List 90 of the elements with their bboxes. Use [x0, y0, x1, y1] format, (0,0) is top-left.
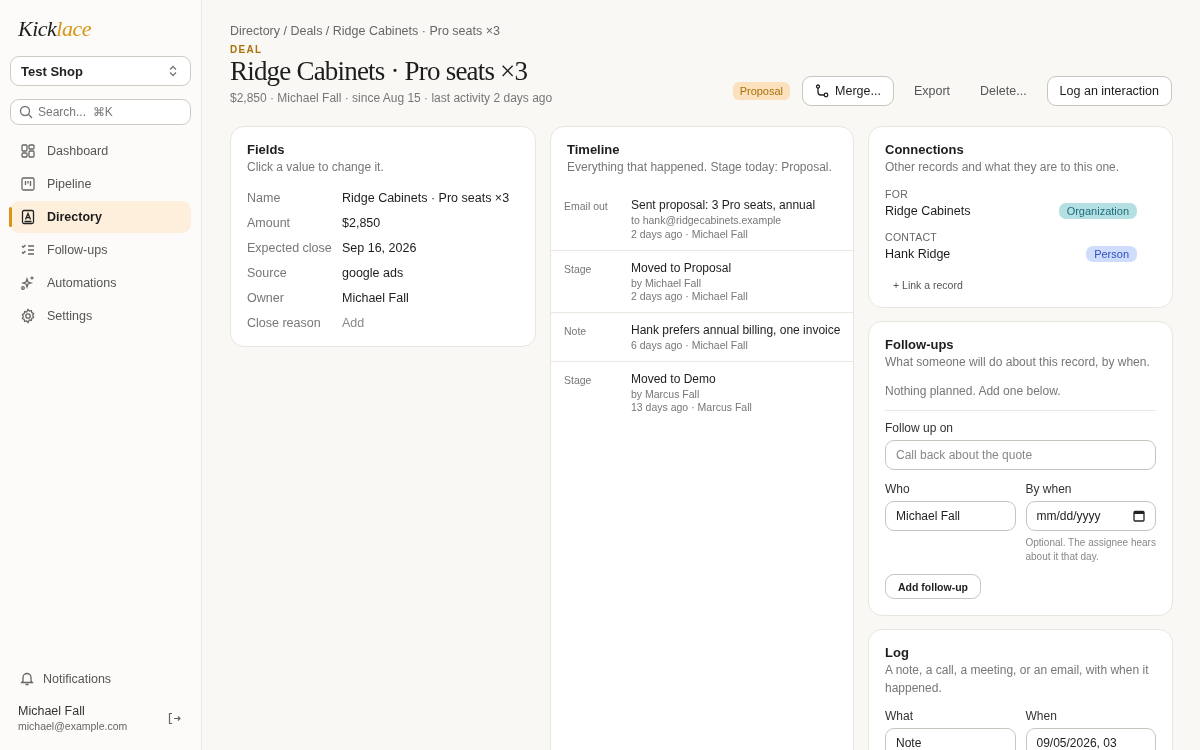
entry-detail: 6 days ago · Michael Fall — [631, 338, 748, 353]
merge-icon — [815, 84, 830, 98]
record-summary: $2,850 · Michael Fall · since Aug 15 · last activity 2 days ago — [230, 91, 553, 105]
nav-item[interactable]: Follow-ups — [10, 234, 191, 266]
card-title: Timeline — [567, 142, 620, 157]
nav-icon — [20, 209, 36, 225]
notifications-link[interactable]: Notifications — [10, 671, 122, 686]
card-subtitle: What someone will do about this record, by when. — [885, 354, 1150, 372]
entry-detail: by Marcus Fall — [631, 387, 700, 402]
link-record-button[interactable]: + Link a record — [893, 279, 963, 292]
nav-item[interactable]: Directory — [10, 201, 191, 233]
merge-button[interactable]: Merge... — [802, 76, 894, 106]
nav-icon — [20, 143, 36, 159]
nav-icon — [20, 176, 36, 192]
connection-name[interactable]: Ridge Cabinets — [885, 204, 971, 219]
user-name: Michael Fall — [18, 704, 86, 718]
field-label: Follow up on — [885, 421, 954, 436]
nav-item[interactable]: Settings — [10, 300, 191, 332]
field-value[interactable]: Ridge Cabinets · Pro seats ×3 — [342, 191, 519, 206]
field-label: What — [885, 708, 913, 723]
date-field[interactable]: mm/dd/yyyy — [1025, 501, 1156, 532]
entry-title: Sent proposal: 3 Pro seats, annual — [631, 198, 816, 213]
entry-detail: by Michael Fall — [631, 276, 702, 291]
field-value[interactable]: google ads — [342, 266, 519, 281]
field-label: Source — [247, 266, 288, 281]
field-label: By when — [1025, 482, 1072, 497]
empty-note: Nothing planned. Add one below. — [885, 382, 1061, 400]
field-label: Amount — [247, 216, 292, 231]
field-value[interactable]: Add — [342, 316, 519, 331]
logout-icon[interactable] — [168, 711, 181, 725]
field-value[interactable]: $2,850 — [342, 216, 519, 231]
entry-title: Moved to Demo — [631, 371, 716, 386]
follow-up-field[interactable]: Call back about the quote — [885, 440, 1156, 471]
card-subtitle: Click a value to change it. — [247, 159, 384, 176]
record-type-tag: Person — [1086, 246, 1137, 263]
nav-item[interactable]: Dashboard — [10, 135, 191, 167]
bell-icon — [20, 671, 34, 686]
page-title: Ridge Cabinets · Pro seats ×3 — [230, 56, 528, 87]
entry-title: Hank prefers annual billing, one invoice — [631, 322, 841, 337]
card-title: Log — [885, 645, 909, 661]
field-label: Owner — [247, 291, 285, 306]
field-label: Name — [247, 191, 282, 206]
card-title: Follow-ups — [885, 337, 954, 353]
calendar-icon — [1133, 510, 1145, 523]
field-label: Who — [885, 482, 910, 497]
type-select[interactable]: Note — [885, 727, 1016, 750]
card-subtitle: Everything that happened. Stage today: Proposal. — [567, 159, 832, 176]
field-label: When — [1025, 708, 1057, 723]
logo: Kicklace — [17, 16, 92, 42]
field-value[interactable]: Michael Fall — [342, 291, 519, 306]
add-follow-up-button[interactable]: Add follow-up — [885, 574, 981, 600]
datetime-field[interactable]: 09/05/2026, 03 — [1025, 727, 1156, 750]
card-title: Fields — [247, 142, 285, 157]
card-subtitle: A note, a call, a meeting, or an email, with when it happened. — [885, 662, 1150, 697]
search-field[interactable]: Search... ⌘K — [10, 99, 191, 125]
card-title: Connections — [885, 142, 964, 157]
entry-type: Email out — [564, 199, 609, 215]
workspace-switcher[interactable]: Test Shop — [10, 56, 191, 86]
assignee-field[interactable]: Michael Fall — [885, 501, 1016, 532]
section-label: FOR — [885, 188, 909, 201]
entry-detail: 2 days ago · Michael Fall — [631, 290, 748, 304]
connection-name[interactable]: Hank Ridge — [885, 247, 951, 262]
card-subtitle: Other records and what they are to this one. — [885, 159, 1120, 176]
field-label: Close reason — [247, 316, 322, 331]
entry-type: Note — [564, 323, 588, 339]
section-label: CONTACT — [885, 231, 938, 244]
chevron-updown-icon — [168, 65, 178, 77]
field-value[interactable]: Sep 16, 2026 — [342, 241, 519, 256]
breadcrumb: Directory / Deals / Ridge Cabinets · Pro seats ×3 — [230, 24, 500, 38]
nav-icon — [20, 308, 36, 324]
nav-icon — [20, 242, 36, 258]
nav-item[interactable]: Automations — [10, 267, 191, 299]
search-icon — [19, 105, 33, 119]
record-type-label: DEAL — [230, 44, 263, 55]
stage-badge: Proposal — [732, 82, 791, 100]
entry-type: Stage — [564, 372, 593, 388]
field-hint: Optional. The assignee hears about it that day. — [1025, 536, 1156, 565]
entry-detail: 13 days ago · Marcus Fall — [631, 401, 752, 415]
entry-type: Stage — [564, 261, 593, 277]
export-button[interactable]: Export — [903, 76, 961, 106]
nav-icon — [20, 275, 36, 291]
entry-detail: 2 days ago · Michael Fall — [631, 228, 748, 242]
entry-title: Moved to Proposal — [631, 260, 732, 275]
user-email: michael@example.com — [18, 720, 128, 732]
record-type-tag: Organization — [1058, 203, 1137, 220]
entry-detail: to hank@ridgecabinets.example — [631, 214, 782, 229]
log-interaction-button[interactable]: Log an interaction — [1046, 76, 1172, 106]
delete-button[interactable]: Delete... — [970, 76, 1037, 106]
nav-item[interactable]: Pipeline — [10, 168, 191, 200]
field-label: Expected close — [247, 241, 333, 256]
